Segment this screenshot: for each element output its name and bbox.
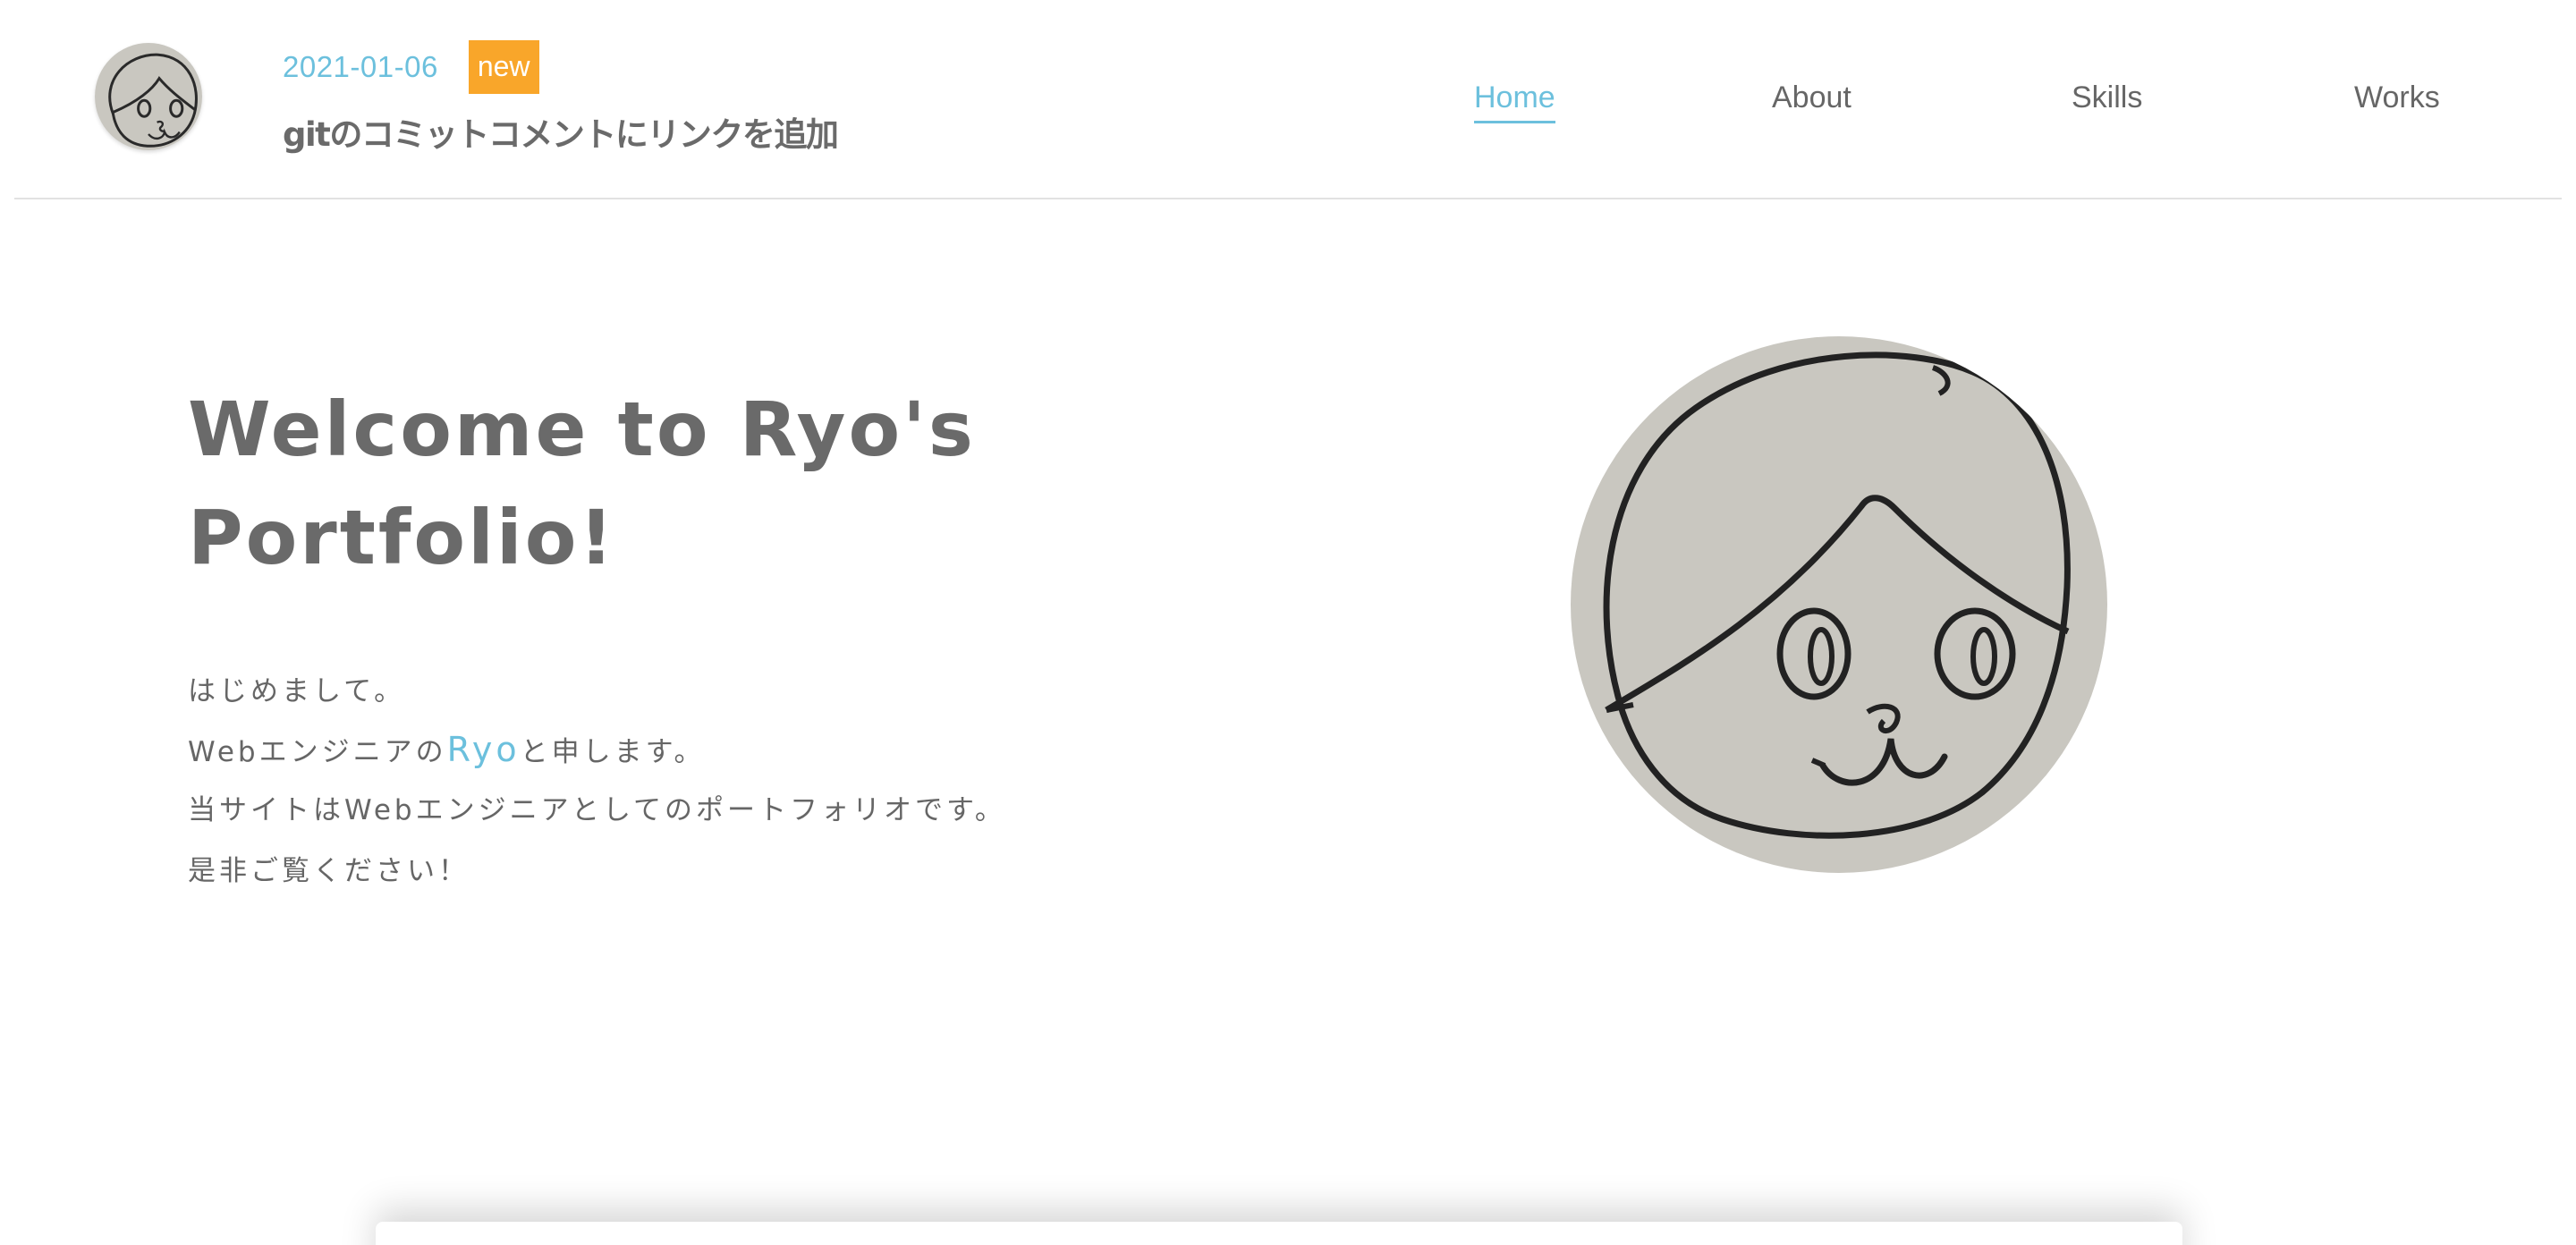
- intro-site-description: 当サイトはWebエンジニアとしてのポートフォリオです。: [188, 794, 1006, 826]
- site-logo-avatar[interactable]: [95, 43, 202, 150]
- intro-name-suffix: と申します。: [520, 736, 706, 768]
- news-title-link[interactable]: gitのコミットコメントにリンクを追加: [283, 107, 839, 156]
- next-section-card: [376, 1222, 2182, 1245]
- nav-skills[interactable]: Skills: [2072, 80, 2142, 115]
- hero-avatar: [1571, 336, 2107, 873]
- main-nav: Home About Skills Works: [1395, 0, 2576, 199]
- latest-news: 2021-01-06 new gitのコミットコメントにリンクを追加: [283, 39, 839, 156]
- hero-title-line1: Welcome to Ryo's: [188, 385, 976, 473]
- intro-name-line: WebエンジニアのRyoと申します。: [188, 719, 1172, 780]
- header-divider: [14, 198, 2562, 199]
- news-date: 2021-01-06: [283, 50, 438, 83]
- nav-works[interactable]: Works: [2354, 80, 2440, 115]
- face-drawing-icon: [95, 43, 202, 150]
- news-meta: 2021-01-06 new: [283, 39, 837, 95]
- hero-title: Welcome to Ryo's Portfolio!: [188, 376, 1172, 592]
- intro-greeting: はじめまして。: [188, 675, 406, 707]
- hero-title-line2: Portfolio!: [188, 494, 616, 581]
- nav-home[interactable]: Home: [1474, 80, 1555, 123]
- portfolio-page: 2021-01-06 new gitのコミットコメントにリンクを追加 Home …: [0, 0, 2576, 1245]
- hero-intro: はじめまして。 WebエンジニアのRyoと申します。 当サイトはWebエンジニア…: [188, 664, 1172, 902]
- intro-name-prefix: Webエンジニアの: [188, 736, 447, 768]
- new-badge: new: [468, 40, 539, 94]
- face-drawing-icon: [1571, 336, 2107, 873]
- nav-about[interactable]: About: [1772, 80, 1852, 115]
- intro-name: Ryo: [446, 730, 521, 769]
- site-header: 2021-01-06 new gitのコミットコメントにリンクを追加 Home …: [0, 0, 2576, 199]
- intro-call-to-action: 是非ご覧ください！: [188, 855, 470, 887]
